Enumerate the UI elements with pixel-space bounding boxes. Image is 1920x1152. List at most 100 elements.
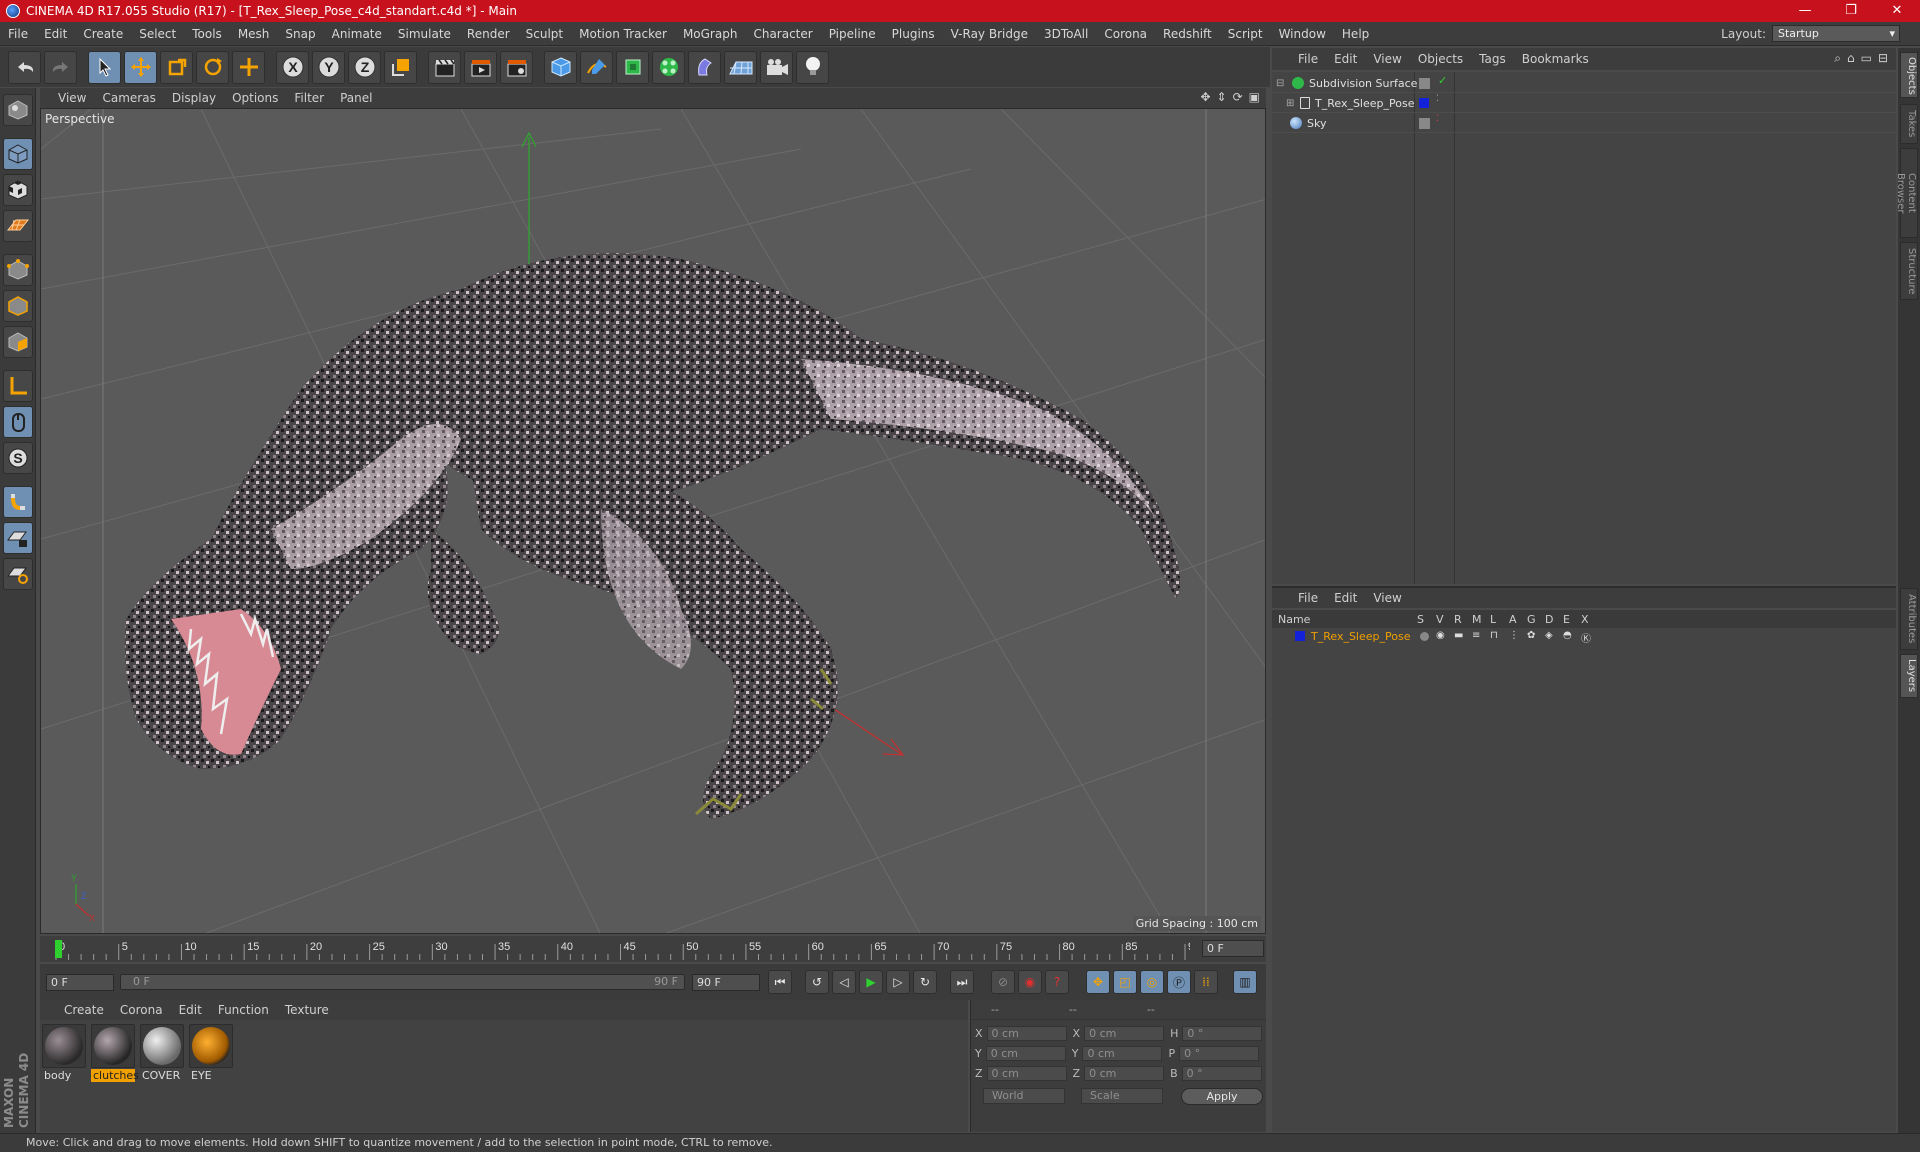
- recent-tool-button[interactable]: [232, 50, 265, 84]
- object-menu-edit[interactable]: Edit: [1326, 52, 1365, 66]
- snap-settings-button[interactable]: S: [2, 442, 33, 474]
- menu-create[interactable]: Create: [75, 22, 131, 46]
- material-menu-function[interactable]: Function: [210, 1003, 277, 1017]
- start-frame-field[interactable]: 0 F: [46, 974, 114, 991]
- size-y-field[interactable]: 0 cm: [1082, 1045, 1163, 1061]
- rotation-b-field[interactable]: 0 °: [1181, 1065, 1262, 1081]
- deformer-icon[interactable]: ◈: [1545, 630, 1553, 641]
- key-position-button[interactable]: ✥: [1086, 970, 1110, 994]
- planar-workplane-button[interactable]: [2, 558, 33, 590]
- visibility-dots-icon[interactable]: ⁚: [1436, 114, 1439, 124]
- eye-icon[interactable]: ◉: [1436, 630, 1445, 641]
- next-frame-button[interactable]: ▷: [886, 970, 910, 994]
- layer-color-chip[interactable]: [1295, 631, 1305, 641]
- material-menu-edit[interactable]: Edit: [171, 1003, 210, 1017]
- solo-toggle-icon[interactable]: [1420, 632, 1429, 641]
- viewport-menu-cameras[interactable]: Cameras: [94, 91, 163, 105]
- toggle-panels-icon[interactable]: ▣: [1249, 90, 1260, 104]
- points-mode-button[interactable]: [2, 254, 33, 286]
- render-icon[interactable]: ▬: [1454, 630, 1463, 641]
- z-axis-lock-button[interactable]: Z: [348, 50, 381, 84]
- timeline-ruler[interactable]: 051015202530354045505560657075808590: [50, 936, 1190, 962]
- axis-mode-button[interactable]: [2, 370, 33, 402]
- material-menu-corona[interactable]: Corona: [112, 1003, 171, 1017]
- add-mograph-button[interactable]: [652, 50, 685, 84]
- menu-redshift[interactable]: Redshift: [1155, 22, 1220, 46]
- texture-mode-button[interactable]: [2, 174, 33, 206]
- scale-tool-button[interactable]: [160, 50, 193, 84]
- viewport-menu-display[interactable]: Display: [164, 91, 224, 105]
- menu-simulate[interactable]: Simulate: [390, 22, 459, 46]
- move-tool-button[interactable]: [124, 50, 157, 84]
- y-axis-lock-button[interactable]: Y: [312, 50, 345, 84]
- layout-select[interactable]: Startup: [1772, 25, 1900, 42]
- position-x-field[interactable]: 0 cm: [986, 1025, 1067, 1041]
- object-menu-bookmarks[interactable]: Bookmarks: [1514, 52, 1597, 66]
- home-icon[interactable]: ⌂: [1847, 51, 1855, 66]
- object-row-sky[interactable]: Sky ⁚: [1272, 114, 1896, 133]
- key-rotation-button[interactable]: ◎: [1140, 970, 1164, 994]
- tab-objects[interactable]: Objects: [1900, 52, 1918, 98]
- animation-icon[interactable]: ⋮: [1509, 630, 1519, 641]
- play-button[interactable]: ▶: [859, 970, 883, 994]
- render-view-button[interactable]: [428, 50, 461, 84]
- collapse-icon[interactable]: ▭: [1861, 51, 1872, 66]
- viewport-menu-options[interactable]: Options: [224, 91, 286, 105]
- object-menu-view[interactable]: View: [1365, 52, 1409, 66]
- layer-row-t-rex-sleep-pose[interactable]: T_Rex_Sleep_Pose ◉ ▬ ≡ ⊓ ⋮ ✿ ◈ ◓ Ⓚ: [1272, 628, 1896, 645]
- layer-menu-view[interactable]: View: [1365, 591, 1409, 605]
- expression-icon[interactable]: ◓: [1563, 630, 1572, 641]
- expand-icon[interactable]: ⊟: [1878, 51, 1888, 66]
- viewport-menu-filter[interactable]: Filter: [286, 91, 332, 105]
- rotate-tool-button[interactable]: [196, 50, 229, 84]
- pan-view-icon[interactable]: ✥: [1200, 90, 1210, 104]
- previous-key-button[interactable]: ↺: [805, 970, 829, 994]
- object-menu-file[interactable]: File: [1290, 52, 1326, 66]
- position-y-field[interactable]: 0 cm: [985, 1045, 1066, 1061]
- material-swatch-eye[interactable]: EYE: [189, 1024, 233, 1082]
- add-spline-button[interactable]: [580, 50, 613, 84]
- material-menu-texture[interactable]: Texture: [277, 1003, 337, 1017]
- timeline[interactable]: 051015202530354045505560657075808590 0 F: [40, 936, 1266, 962]
- tab-takes[interactable]: Takes: [1900, 104, 1918, 144]
- position-z-field[interactable]: 0 cm: [986, 1065, 1067, 1081]
- menu-script[interactable]: Script: [1220, 22, 1271, 46]
- previous-frame-button[interactable]: ◁: [832, 970, 856, 994]
- menu-help[interactable]: Help: [1334, 22, 1377, 46]
- viewport-menu-view[interactable]: View: [50, 91, 94, 105]
- restore-button[interactable]: ❐: [1828, 0, 1874, 22]
- key-parameter-button[interactable]: Ⓟ: [1167, 970, 1191, 994]
- editor-visibility-icon[interactable]: [1419, 118, 1430, 129]
- lock-icon[interactable]: ⊓: [1490, 630, 1498, 641]
- viewport-menu-panel[interactable]: Panel: [332, 91, 380, 105]
- material-menu-create[interactable]: Create: [56, 1003, 112, 1017]
- tab-attributes[interactable]: Attributes: [1900, 588, 1918, 650]
- object-menu-objects[interactable]: Objects: [1410, 52, 1471, 66]
- tab-layers[interactable]: Layers: [1900, 654, 1918, 698]
- menu-pipeline[interactable]: Pipeline: [821, 22, 884, 46]
- zoom-view-icon[interactable]: ⇕: [1217, 90, 1227, 104]
- model-mode-button[interactable]: [2, 138, 33, 170]
- menu-render[interactable]: Render: [459, 22, 518, 46]
- menu-character[interactable]: Character: [745, 22, 820, 46]
- expand-toggle-icon[interactable]: ⊞: [1286, 98, 1294, 109]
- layer-menu-file[interactable]: File: [1290, 591, 1326, 605]
- edges-mode-button[interactable]: [2, 290, 33, 322]
- layer-menu-edit[interactable]: Edit: [1326, 591, 1365, 605]
- autokeying-button[interactable]: ?: [1045, 970, 1069, 994]
- key-scale-button[interactable]: ◰: [1113, 970, 1137, 994]
- make-editable-button[interactable]: [2, 94, 33, 126]
- redo-button[interactable]: [44, 50, 77, 84]
- rotation-h-field[interactable]: 0 °: [1182, 1025, 1263, 1041]
- material-swatch-cover[interactable]: COVER: [140, 1024, 184, 1082]
- search-icon[interactable]: ⌕: [1834, 51, 1841, 66]
- collapse-toggle-icon[interactable]: ⊟: [1276, 78, 1284, 89]
- menu-plugins[interactable]: Plugins: [884, 22, 943, 46]
- orbit-view-icon[interactable]: ⟳: [1233, 90, 1243, 104]
- menu-mograph[interactable]: MoGraph: [675, 22, 746, 46]
- add-nurbs-button[interactable]: [616, 50, 649, 84]
- workplane-mode-button[interactable]: [2, 210, 33, 242]
- key-pla-button[interactable]: ⁞⁞: [1194, 970, 1218, 994]
- menu-tools[interactable]: Tools: [184, 22, 230, 46]
- enabled-checkmark-icon[interactable]: ✓: [1438, 74, 1447, 87]
